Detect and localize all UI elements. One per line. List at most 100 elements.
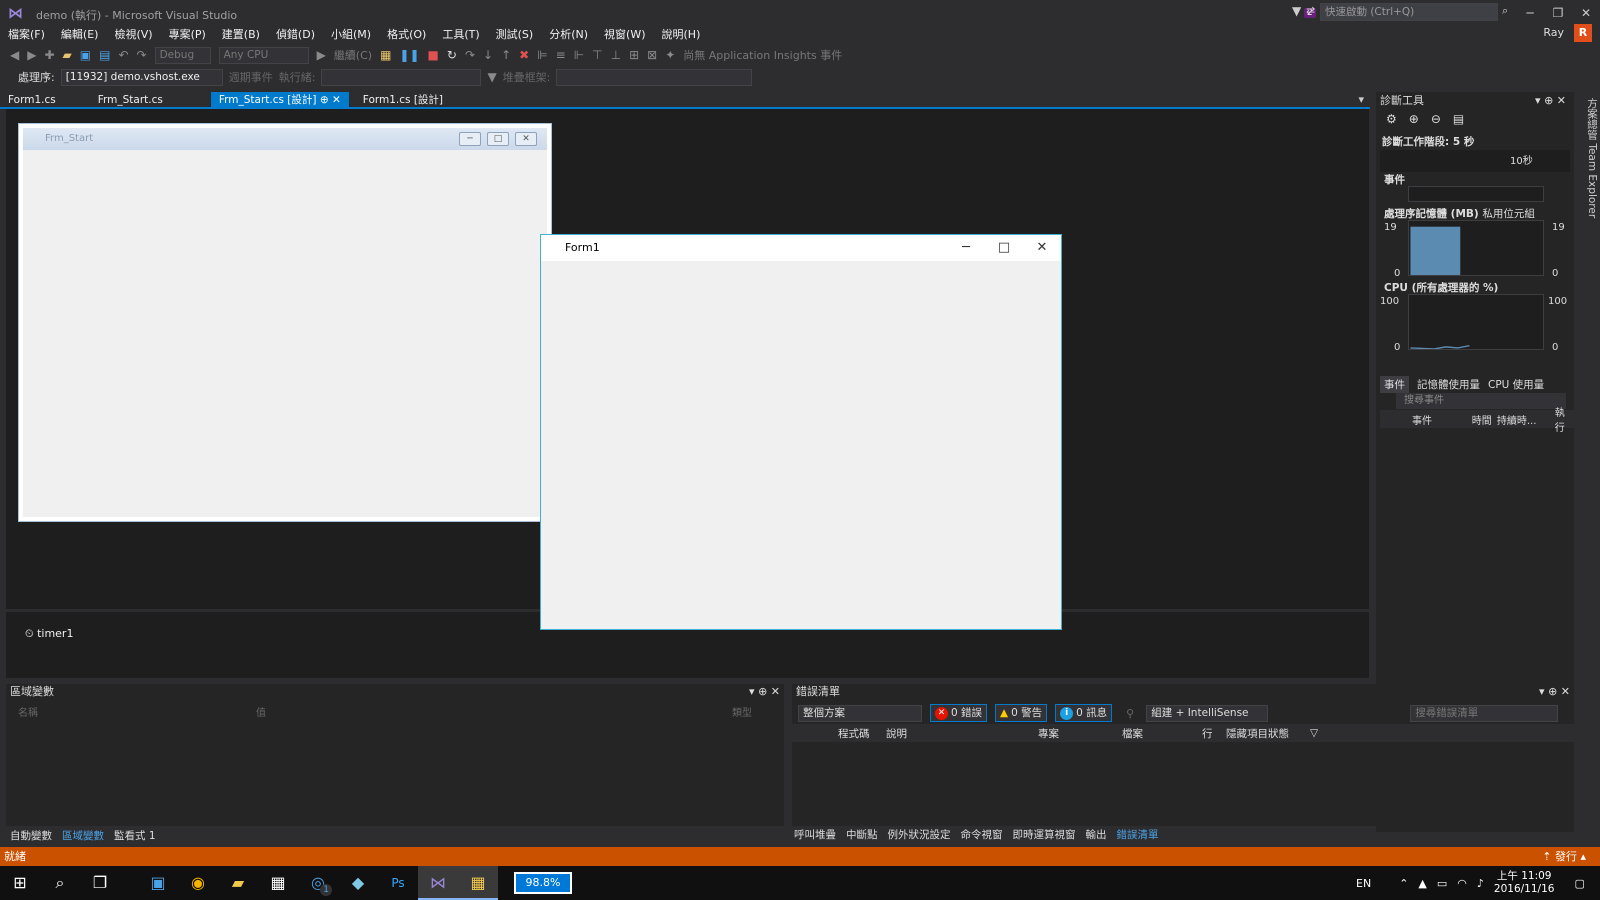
search-events-input[interactable]: 搜尋事件 — [1396, 393, 1566, 409]
tab-output[interactable]: 輸出 — [1086, 827, 1107, 842]
store-icon[interactable]: ▣ — [138, 866, 178, 900]
wifi-icon[interactable]: ◠ — [1457, 877, 1467, 890]
close-icon[interactable]: ✕ — [1023, 235, 1061, 261]
search-error-list-input[interactable]: 搜尋錯誤清單 — [1410, 704, 1559, 722]
scope-select[interactable]: 整個方案 — [798, 704, 922, 722]
stack-frame-select[interactable] — [556, 68, 753, 86]
application-insights-icon[interactable]: ✦ — [665, 44, 675, 66]
pause-icon[interactable]: ❚❚ — [399, 44, 419, 66]
col-line[interactable]: 行 — [1202, 726, 1226, 741]
process-select[interactable]: [11932] demo.vshost.exe — [60, 68, 223, 86]
build-intellisense-select[interactable]: 組建 + IntelliSense — [1146, 704, 1269, 722]
menu-view[interactable]: 檢視(V) — [106, 26, 160, 44]
tab-watch1[interactable]: 監看式 1 — [114, 828, 156, 843]
configuration-select[interactable]: Debug — [154, 46, 211, 64]
frm-start-client-area[interactable] — [23, 150, 547, 517]
platform-select[interactable]: Any CPU — [218, 46, 309, 64]
menu-file[interactable]: 檔案(F) — [0, 26, 53, 44]
battery-indicator[interactable]: 98.8% — [514, 872, 572, 894]
continue-icon[interactable]: ▶ — [317, 44, 326, 66]
application-insights-label[interactable]: 尚無 Application Insights 事件 — [683, 47, 842, 63]
new-project-icon[interactable]: ✚ — [44, 44, 54, 66]
menu-help[interactable]: 說明(H) — [654, 26, 709, 44]
close-icon[interactable]: ✕ — [1572, 2, 1600, 24]
align-top-icon[interactable]: ⊤ — [592, 44, 602, 66]
redo-icon[interactable]: ↷ — [137, 44, 147, 66]
task-view-icon[interactable]: ❐ — [80, 866, 120, 900]
tab-overflow-icon[interactable]: ▾ — [1358, 93, 1364, 106]
search-icon[interactable]: ⌕ — [40, 866, 80, 900]
file-explorer-icon[interactable]: ▰ — [218, 866, 258, 900]
menu-format[interactable]: 格式(O) — [379, 26, 434, 44]
col-name[interactable]: 名稱 — [18, 704, 38, 719]
user-name[interactable]: Ray — [1543, 26, 1564, 39]
network-icon[interactable]: ▲ — [1418, 877, 1426, 890]
align-center-icon[interactable]: ≡ — [556, 44, 566, 66]
breakpoint-icon[interactable]: ✖ — [519, 44, 529, 66]
photoshop-icon[interactable]: Ps — [378, 866, 418, 900]
menu-team[interactable]: 小組(M) — [323, 26, 379, 44]
continue-button[interactable]: 繼續(C) — [334, 47, 372, 63]
tab-error-list[interactable]: 錯誤清單 — [1117, 827, 1159, 842]
back-icon[interactable]: ◀ — [10, 44, 19, 66]
battery-icon[interactable]: ▭ — [1437, 877, 1447, 890]
step-out-icon[interactable]: ↑ — [501, 44, 511, 66]
open-folder-icon[interactable]: ▰ — [63, 44, 72, 66]
menu-project[interactable]: 專案(P) — [161, 26, 214, 44]
events-section[interactable]: 事件 — [1384, 172, 1405, 187]
tab-exception-settings[interactable]: 例外狀況設定 — [888, 827, 951, 842]
tab-cpu-usage[interactable]: CPU 使用量 — [1488, 377, 1544, 392]
tab-events[interactable]: 事件 — [1380, 376, 1409, 393]
publish-button[interactable]: ⇡ 發行 ▴ — [1542, 847, 1586, 866]
restore-icon[interactable]: ❐ — [1544, 2, 1572, 24]
col-suppression[interactable]: 隱藏項目狀態 — [1226, 726, 1310, 741]
pin-icon[interactable]: ▾ ⊕ ✕ — [1539, 684, 1570, 700]
col-value[interactable]: 值 — [256, 704, 266, 719]
minimize-icon[interactable]: ─ — [1516, 2, 1544, 24]
volume-icon[interactable]: ♪ — [1477, 877, 1484, 890]
tab-breakpoints[interactable]: 中斷點 — [846, 827, 878, 842]
messenger-icon[interactable]: ◎ 1 — [298, 866, 338, 900]
align-right-icon[interactable]: ⊩ — [574, 44, 584, 66]
filter-icon[interactable]: ▼ — [487, 66, 496, 88]
col-file[interactable]: 檔案 — [1122, 726, 1202, 741]
tab-frm-start-cs[interactable]: Frm_Start.cs — [90, 92, 171, 108]
menu-window[interactable]: 視窗(W) — [596, 26, 653, 44]
thread-select[interactable] — [321, 68, 482, 86]
timer-component[interactable]: ⏲ timer1 — [25, 627, 73, 641]
memory-section[interactable]: 處理序記憶體 (MB) 私用位元組 — [1384, 206, 1535, 221]
tab-call-stack[interactable]: 呼叫堆疊 — [794, 827, 836, 842]
frm-start-design-form[interactable]: Frm_Start ─ □ ✕ — [18, 123, 552, 522]
start-windows-icon[interactable]: ⊞ — [0, 866, 40, 900]
browser-icon[interactable]: ▦ — [380, 44, 391, 66]
cpu-section[interactable]: CPU (所有處理器的 %) — [1384, 280, 1498, 295]
tab-frm-start-design[interactable]: Frm_Start.cs [設計] ⊕ ✕ — [210, 91, 349, 108]
restart-icon[interactable]: ↻ — [447, 44, 457, 66]
menu-analyze[interactable]: 分析(N) — [541, 26, 596, 44]
align-left-icon[interactable]: ⊫ — [537, 44, 547, 66]
grid-icon[interactable]: ⊠ — [647, 44, 657, 66]
col-time[interactable]: 時間 — [1472, 412, 1497, 427]
visual-studio-icon[interactable]: ⋈ — [418, 866, 458, 900]
same-size-icon[interactable]: ⊞ — [629, 44, 639, 66]
save-all-icon[interactable]: ▤ — [99, 44, 110, 66]
errors-filter-button[interactable]: ✕ 0 錯誤 — [930, 704, 988, 722]
align-middle-icon[interactable]: ⊥ — [611, 44, 621, 66]
col-duration[interactable]: 持續時... — [1497, 412, 1555, 427]
settings-icon[interactable]: ⚙ — [1386, 112, 1397, 126]
clock[interactable]: 上午 11:09 2016/11/16 — [1494, 870, 1555, 896]
menu-build[interactable]: 建置(B) — [214, 26, 268, 44]
col-description[interactable]: 說明 — [886, 726, 1038, 741]
tab-form1-cs[interactable]: Form1.cs — [0, 92, 64, 108]
notification-flag-icon[interactable]: ▼ — [1292, 4, 1301, 18]
col-project[interactable]: 專案 — [1038, 726, 1122, 741]
tab-memory-usage[interactable]: 記憶體使用量 — [1417, 377, 1480, 392]
menu-debug[interactable]: 偵錯(D) — [268, 26, 323, 44]
language-indicator[interactable]: EN — [1356, 877, 1371, 890]
tab-command-window[interactable]: 命令視窗 — [961, 827, 1003, 842]
messages-filter-button[interactable]: i0 訊息 — [1055, 704, 1113, 722]
stop-icon[interactable]: ■ — [428, 44, 439, 66]
demo-app-icon[interactable]: ▦ — [458, 866, 498, 900]
menu-tools[interactable]: 工具(T) — [434, 26, 487, 44]
quick-launch-input[interactable]: 快速啟動 (Ctrl+Q) — [1320, 3, 1498, 21]
